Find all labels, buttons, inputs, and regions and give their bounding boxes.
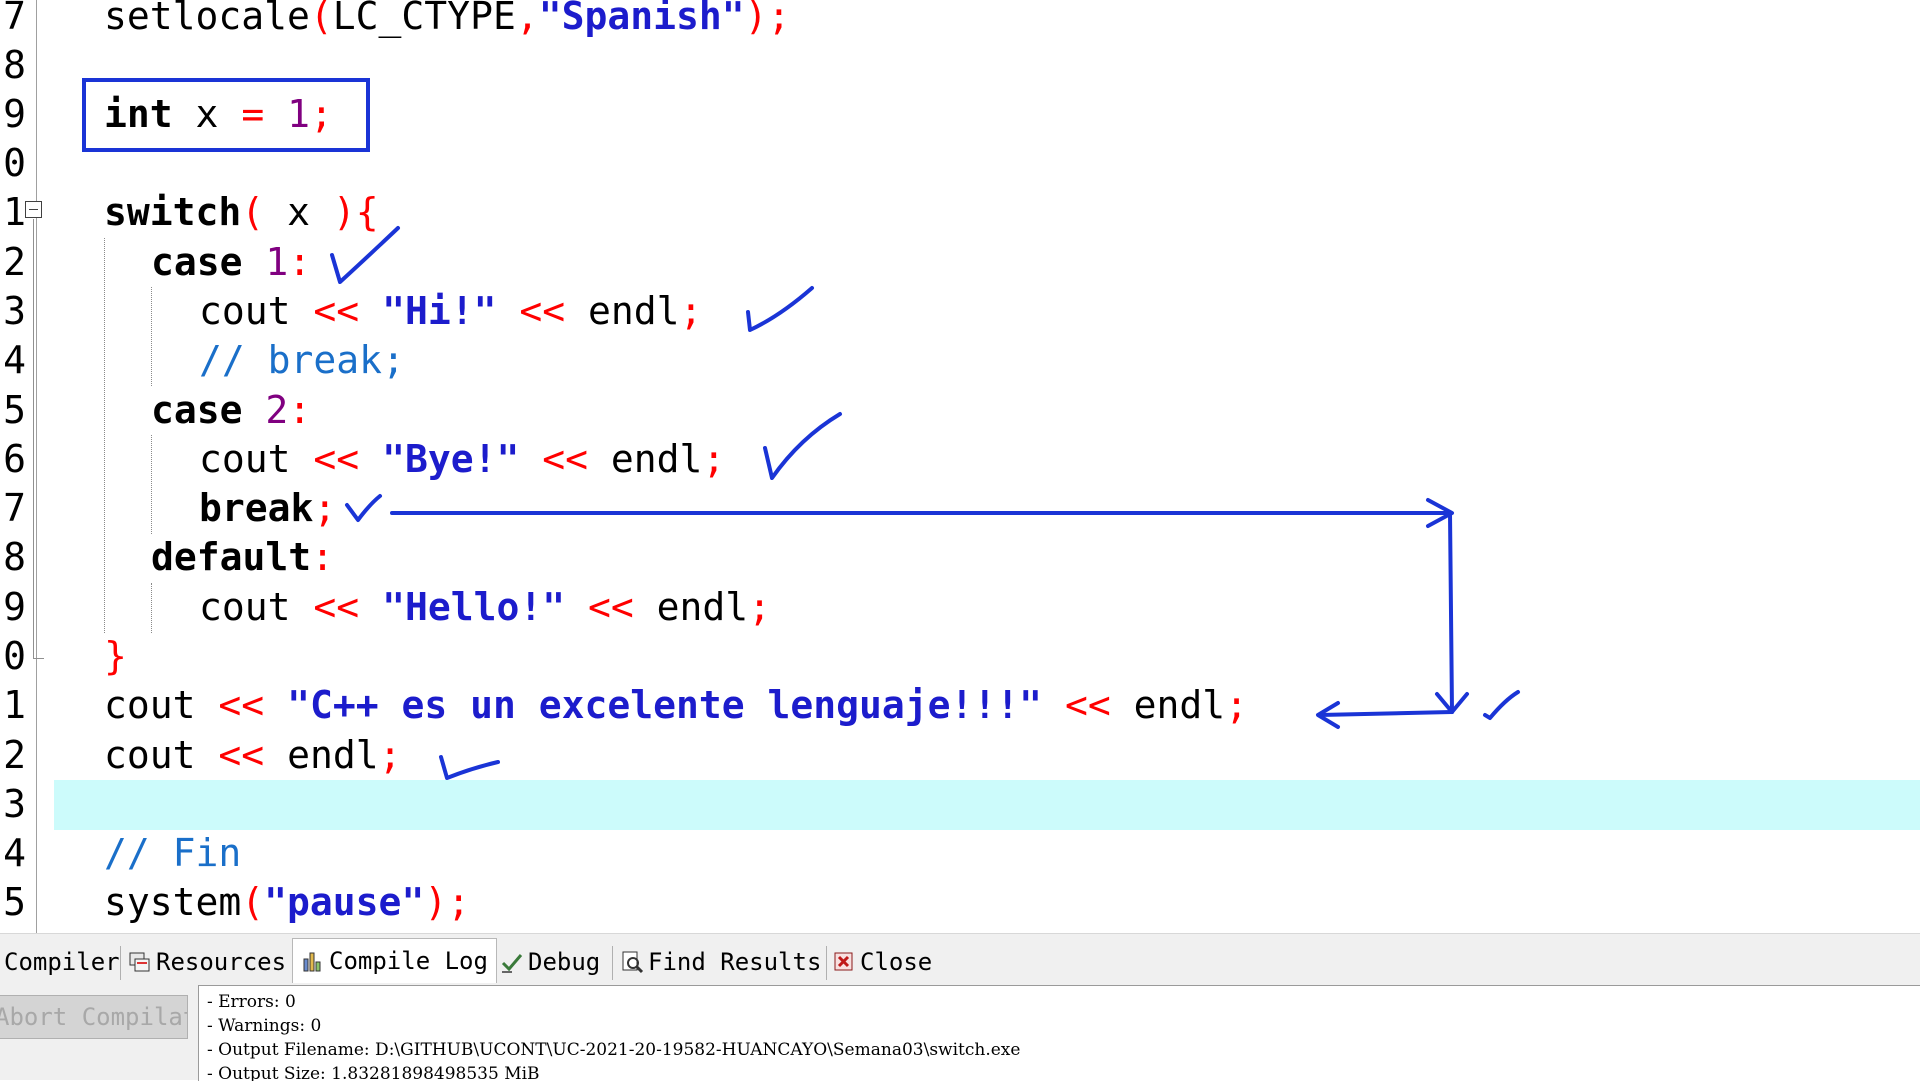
indent-guide [151, 435, 152, 534]
arrow-head-icon [1426, 498, 1454, 528]
checkmark-icon [746, 286, 814, 332]
code-line-7: setlocale(LC_CTYPE,"Spanish"); [104, 0, 791, 38]
compile-log-output[interactable]: - Errors: 0 - Warnings: 0 - Output Filen… [198, 985, 1920, 1081]
code-line-18: default: [151, 535, 335, 579]
tab-close[interactable]: Close [832, 942, 932, 982]
line-number: 1 [3, 190, 26, 234]
tab-compiler[interactable]: Compiler [4, 942, 120, 982]
code-line-12: case 1: [151, 240, 312, 284]
find-document-icon [620, 950, 644, 974]
tab-resources-label: Resources [156, 948, 287, 976]
tab-close-label: Close [860, 948, 933, 976]
code-line-21: cout << "C++ es un excelente lenguaje!!!… [104, 683, 1248, 727]
line-number-gutter: 7 8 9 0 1 2 3 4 5 6 7 8 9 0 1 2 3 4 5 [0, 0, 36, 933]
fold-line [33, 219, 34, 659]
line-number: 8 [3, 43, 26, 87]
code-line-13: cout << "Hi!" << endl; [199, 289, 703, 333]
tab-separator [612, 946, 613, 980]
code-line-22: cout << endl; [104, 733, 402, 777]
line-number: 8 [3, 535, 26, 579]
line-number: 4 [3, 831, 26, 875]
line-number: 3 [3, 289, 26, 333]
tab-separator [826, 946, 827, 980]
code-line-19: cout << "Hello!" << endl; [199, 585, 772, 629]
current-line-highlight [54, 780, 1920, 830]
indent-guide [151, 583, 152, 633]
abort-compilation-button[interactable]: Abort Compilation [0, 995, 188, 1039]
bottom-panel-tabs: Compiler Resources Compile Log Debug Fin… [0, 933, 1920, 986]
line-number: 4 [3, 338, 26, 382]
log-line: - Output Filename: D:\GITHUB\UCONT\UC-20… [207, 1040, 1021, 1060]
line-number: 7 [3, 486, 26, 530]
log-line: - Warnings: 0 [207, 1016, 322, 1036]
line-number: 9 [3, 585, 26, 629]
checkmark-icon [763, 412, 842, 480]
close-icon [832, 950, 856, 974]
fold-end-mark [33, 658, 44, 659]
code-line-17: break; [199, 486, 337, 530]
annotation-highlight-box [82, 78, 370, 152]
tab-debug[interactable]: Debug [500, 942, 600, 982]
line-number: 2 [3, 733, 26, 777]
compile-log-panel: Abort Compilation - Errors: 0 - Warnings… [0, 985, 1920, 1081]
line-number: 0 [3, 141, 26, 185]
code-editor[interactable]: 7 8 9 0 1 2 3 4 5 6 7 8 9 0 1 2 3 4 5 se… [0, 0, 1920, 933]
code-line-16: cout << "Bye!" << endl; [199, 437, 726, 481]
line-number: 1 [3, 683, 26, 727]
indent-guide [151, 287, 152, 386]
arrow-head-icon [1316, 701, 1340, 729]
line-number: 2 [3, 240, 26, 284]
code-line-24: // Fin [104, 831, 242, 875]
code-line-25: system("pause"); [104, 880, 471, 924]
line-number: 5 [3, 388, 26, 432]
code-line-20: } [104, 634, 127, 678]
tab-find-results-label: Find Results [648, 948, 822, 976]
checkmark-icon [345, 494, 382, 522]
tab-compiler-label: Compiler [4, 948, 120, 976]
line-number: 0 [3, 634, 26, 678]
check-pencil-icon [500, 950, 524, 974]
log-line: - Errors: 0 [207, 992, 296, 1012]
checkmark-icon [1483, 690, 1520, 720]
fold-collapse-icon[interactable] [25, 201, 42, 218]
tab-compile-log[interactable]: Compile Log [292, 938, 497, 983]
line-number: 5 [3, 880, 26, 924]
line-number: 9 [3, 92, 26, 136]
tab-resources[interactable]: Resources [128, 942, 286, 982]
line-number: 3 [3, 782, 26, 826]
indent-guide [104, 238, 105, 633]
code-line-11: switch( x ){ [104, 190, 379, 234]
tab-find-results[interactable]: Find Results [620, 942, 821, 982]
tab-debug-label: Debug [528, 948, 601, 976]
code-line-15: case 2: [151, 388, 312, 432]
flow-arrow-line [1318, 710, 1454, 717]
tab-separator [120, 946, 121, 980]
tab-compile-log-label: Compile Log [329, 947, 488, 975]
line-number: 7 [3, 0, 26, 38]
arrow-head-icon [1435, 692, 1469, 714]
resources-icon [128, 950, 152, 974]
code-line-14: // break; [199, 338, 405, 382]
chart-icon [301, 949, 325, 973]
line-number: 6 [3, 437, 26, 481]
log-line: - Output Size: 1.83281898498535 MiB [207, 1064, 540, 1081]
gutter-border [36, 0, 37, 933]
checkmark-icon [439, 755, 500, 780]
